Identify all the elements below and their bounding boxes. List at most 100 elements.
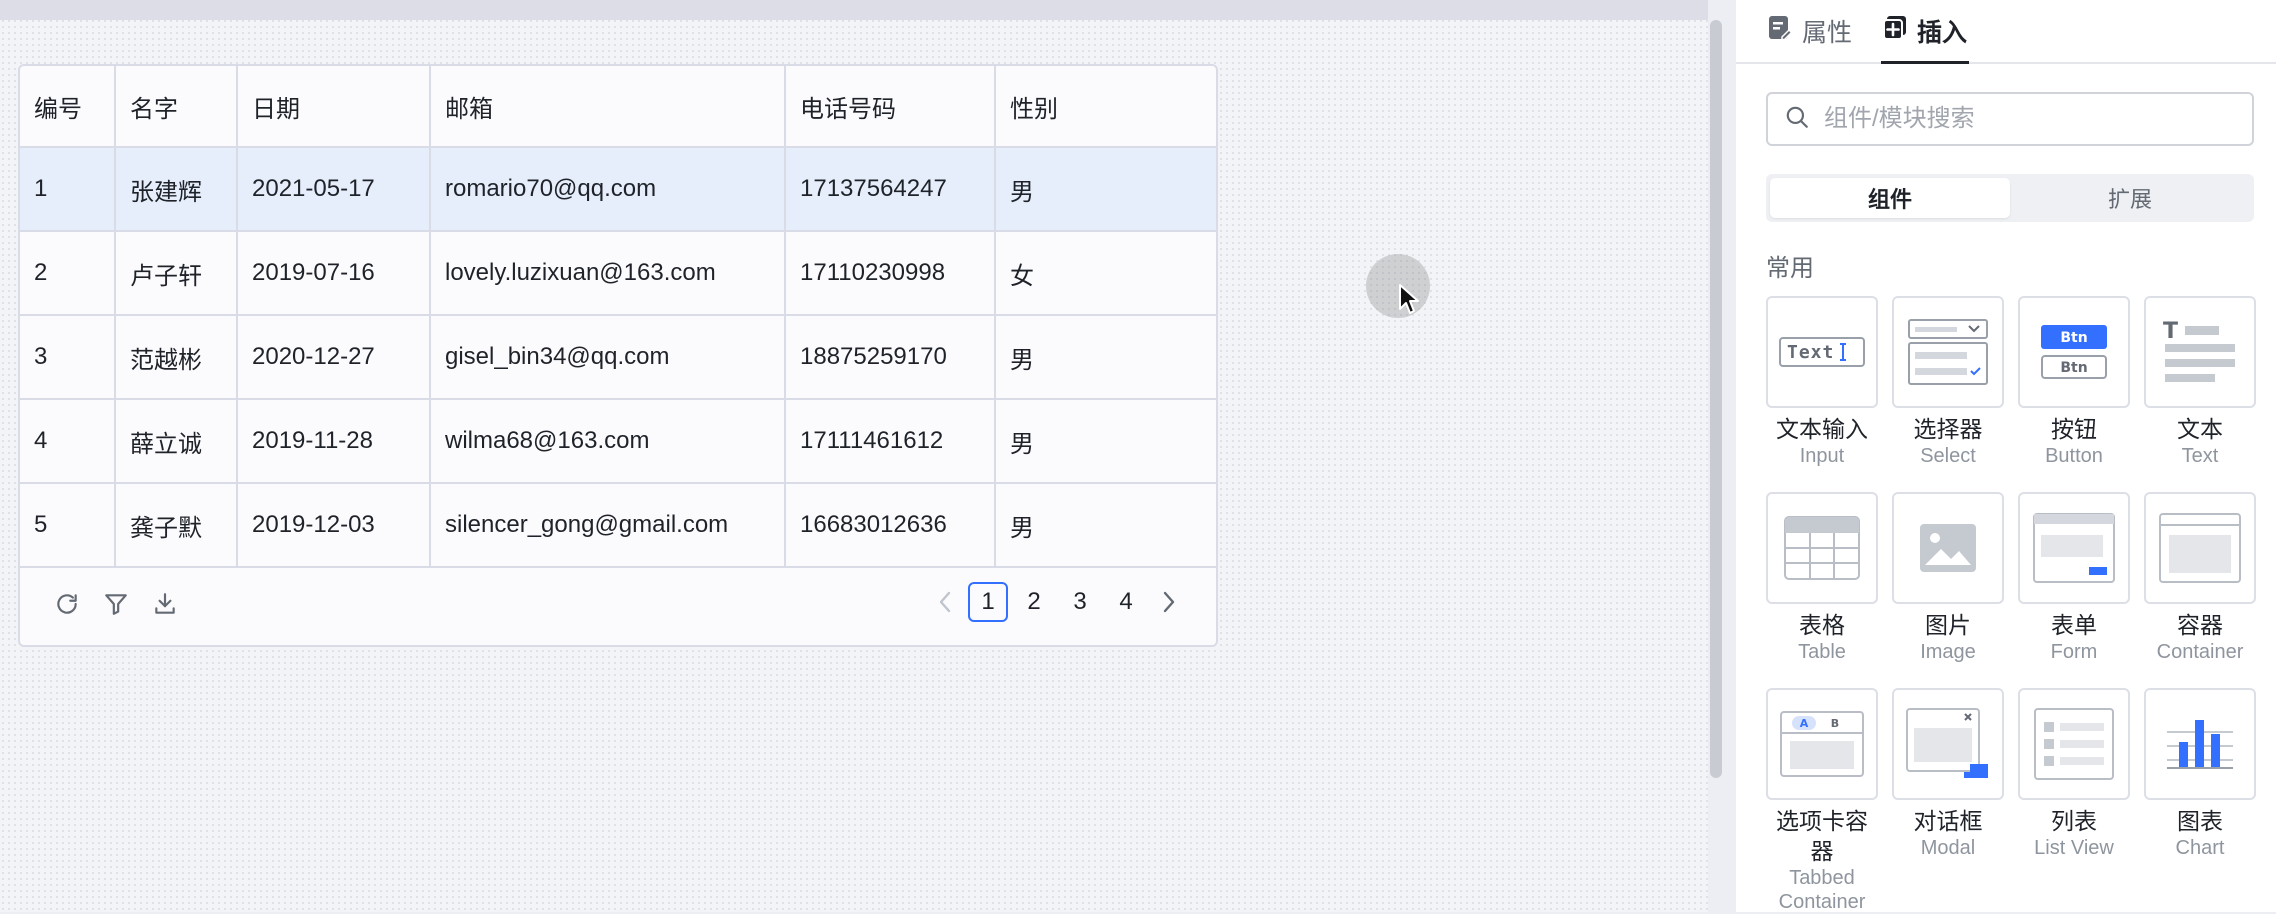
component-label: 表单 [2051,612,2097,638]
canvas[interactable]: 编号 名字 日期 邮箱 电话号码 性别 1 张建辉 2021-05-17 rom… [0,0,1708,912]
component-chart[interactable]: 图表 Chart [2144,688,2256,860]
component-sublabel: Container [2156,641,2244,663]
component-text[interactable]: T 文本 Text [2144,296,2256,468]
component-label: 列表 [2051,808,2097,834]
modal-icon [1906,708,1988,778]
next-page-icon[interactable] [1152,582,1186,622]
component-label: 文本 [2177,416,2223,442]
component-container[interactable]: 容器 Container [2144,492,2256,664]
table-row[interactable]: 5 龚子默 2019-12-03 silencer_gong@gmail.com… [20,483,1216,568]
table-row[interactable]: 3 范越彬 2020-12-27 gisel_bin34@qq.com 1887… [20,315,1216,400]
mouse-cursor-icon [1399,284,1419,314]
segment-extensions[interactable]: 扩展 [2010,178,2250,218]
component-sublabel: Tabbed Container [1778,867,1866,913]
page-4[interactable]: 4 [1106,582,1146,622]
component-sublabel: Image [1920,641,1976,663]
cell-id: 3 [20,315,116,400]
chart-icon [2167,720,2233,769]
page-1[interactable]: 1 [968,582,1008,622]
tabbed-container-icon: A B [1780,711,1864,777]
component-label: 选择器 [1913,416,1983,442]
pagination: 1 2 3 4 [928,582,1186,622]
component-label: 按钮 [2051,416,2097,442]
component-sublabel: Modal [1920,837,1976,859]
insert-panel: 属性 插入 组件 扩展 常用 [1736,0,2276,914]
page-2[interactable]: 2 [1014,582,1054,622]
svg-text:T: T [2163,320,2178,344]
cell-phone: 16683012636 [785,483,996,568]
form-icon [2033,513,2115,583]
svg-text:Text: Text [1787,342,1834,363]
svg-text:A: A [1800,717,1809,730]
column-header-name[interactable]: 名字 [115,66,238,148]
image-icon [1920,524,1976,572]
cell-email: wilma68@163.com [430,399,786,484]
table-row[interactable]: 4 薛立诚 2019-11-28 wilma68@163.com 1711146… [20,399,1216,484]
component-search[interactable] [1766,92,2254,146]
tab-properties-label: 属性 [1802,19,1853,47]
section-title: 常用 [1766,255,1814,282]
component-button[interactable]: Btn Btn 按钮 Button [2018,296,2130,468]
component-sublabel: Chart [2175,837,2225,859]
component-sublabel: Button [2045,445,2103,467]
cell-email: romario70@qq.com [430,147,786,232]
table-row[interactable]: 2 卢子轩 2019-07-16 lovely.luzixuan@163.com… [20,231,1216,316]
tab-properties[interactable]: 属性 [1768,0,1852,62]
cell-gender: 男 [995,399,1216,484]
component-select[interactable]: 选择器 Select [1892,296,2004,468]
insert-icon [1883,15,1907,48]
tab-insert[interactable]: 插入 [1880,0,1970,64]
segment-control: 组件 扩展 [1766,174,2254,222]
prev-page-icon[interactable] [928,582,962,622]
column-header-id[interactable]: 编号 [20,66,116,148]
cell-email: lovely.luzixuan@163.com [430,231,786,316]
cell-date: 2019-12-03 [237,483,431,568]
component-label: 图表 [2177,808,2223,834]
cell-date: 2019-07-16 [237,231,431,316]
cell-name: 张建辉 [115,147,238,232]
component-table[interactable]: 表格 Table [1766,492,1878,664]
cell-gender: 男 [995,147,1216,232]
column-header-email[interactable]: 邮箱 [430,66,786,148]
canvas-top-bar [0,0,1708,20]
component-input[interactable]: Text 文本输入 Input [1766,296,1878,468]
search-input[interactable] [1822,104,2246,134]
component-sublabel: Select [1920,445,1976,467]
cell-gender: 女 [995,231,1216,316]
component-image[interactable]: 图片 Image [1892,492,2004,664]
component-tabbed-container[interactable]: A B 选项卡容器 Tabbed Container [1766,688,1878,914]
page-3[interactable]: 3 [1060,582,1100,622]
download-icon[interactable] [150,589,180,619]
component-form[interactable]: 表单 Form [2018,492,2130,664]
svg-text:Btn: Btn [2060,330,2087,346]
cell-date: 2019-11-28 [237,399,431,484]
cell-phone: 18875259170 [785,315,996,400]
component-label: 容器 [2177,612,2223,638]
component-sublabel: Input [1799,445,1845,467]
canvas-scrollbar[interactable] [1710,20,1722,778]
data-table[interactable]: 编号 名字 日期 邮箱 电话号码 性别 1 张建辉 2021-05-17 rom… [18,64,1218,647]
cell-name: 薛立诚 [115,399,238,484]
segment-components[interactable]: 组件 [1770,178,2010,218]
cell-id: 2 [20,231,116,316]
component-sublabel: Table [1798,641,1846,663]
cell-id: 5 [20,483,116,568]
refresh-icon[interactable] [52,589,82,619]
cell-email: gisel_bin34@qq.com [430,315,786,400]
container-icon [2159,513,2241,583]
button-icon: Btn Btn [2041,325,2107,379]
column-header-phone[interactable]: 电话号码 [785,66,996,148]
properties-icon [1768,15,1793,48]
cell-phone: 17137564247 [785,147,996,232]
column-header-gender[interactable]: 性别 [995,66,1216,148]
component-list-view[interactable]: 列表 List View [2018,688,2130,860]
select-icon [1908,319,1988,385]
cell-date: 2020-12-27 [237,315,431,400]
component-modal[interactable]: 对话框 Modal [1892,688,2004,860]
cell-email: silencer_gong@gmail.com [430,483,786,568]
column-header-date[interactable]: 日期 [237,66,431,148]
table-row[interactable]: 1 张建辉 2021-05-17 romario70@qq.com 171375… [20,147,1216,232]
component-label: 表格 [1799,612,1845,638]
filter-icon[interactable] [101,589,131,619]
tab-insert-label: 插入 [1917,19,1968,47]
